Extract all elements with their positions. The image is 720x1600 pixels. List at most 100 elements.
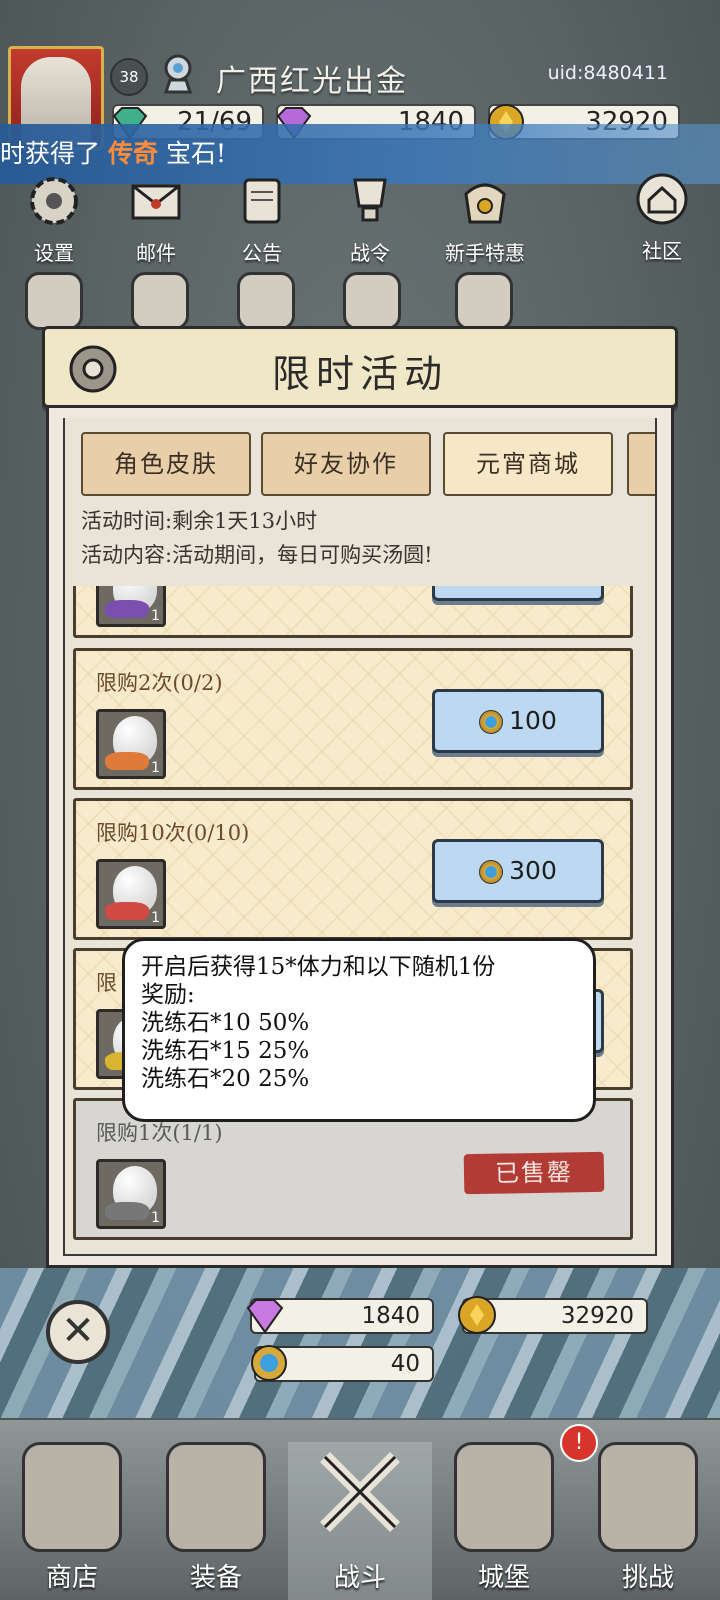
shop-item: 限购2次(0/2) 1 100 bbox=[73, 648, 633, 790]
settings-button[interactable]: 设置 bbox=[14, 172, 94, 266]
battle-pass-button[interactable]: 战令 bbox=[330, 172, 410, 266]
book-icon bbox=[343, 272, 401, 330]
shop-icon bbox=[22, 1442, 122, 1552]
bag-icon bbox=[464, 183, 506, 224]
chest-icon bbox=[237, 272, 295, 330]
close-button[interactable]: ✕ bbox=[46, 1300, 110, 1364]
gold-coin-icon bbox=[458, 1296, 496, 1334]
crossed-swords-icon bbox=[320, 1452, 400, 1532]
trophy-icon bbox=[353, 178, 387, 222]
shop-item: 1 bbox=[73, 586, 633, 638]
wallet-purple-gem-value: 1840 bbox=[361, 1303, 420, 1329]
backpack-icon bbox=[166, 1442, 266, 1552]
battle-pass-label: 战令 bbox=[350, 241, 390, 265]
menu-chest-button[interactable] bbox=[226, 272, 306, 332]
item-slot[interactable]: 1 bbox=[96, 859, 166, 929]
item-limit-label: 限购2次(0/2) bbox=[96, 671, 223, 695]
wallet-purple-gem: 1840 bbox=[246, 1298, 434, 1334]
tooltip-line-4: 洗练石*15 25% bbox=[141, 1038, 310, 1064]
item-count: 1 bbox=[151, 760, 160, 776]
wallet-gold: 32920 bbox=[458, 1296, 648, 1334]
menu-book-button[interactable] bbox=[332, 272, 412, 332]
popup-inner-panel: 角色皮肤 好友协作 元宵商城 活动时间:剩余1天13小时 活动内容:活动期间，每… bbox=[63, 418, 657, 1256]
limited-event-popup: 限时活动 角色皮肤 好友协作 元宵商城 活动时间:剩余1天13小时 活动内容:活… bbox=[42, 326, 678, 1268]
blue-coin-icon bbox=[479, 710, 504, 734]
buy-button[interactable]: 100 bbox=[432, 689, 604, 753]
sold-out-stamp: 已售罄 bbox=[463, 1151, 605, 1195]
rank-trophy-icon[interactable] bbox=[156, 52, 200, 96]
buy-button[interactable] bbox=[432, 586, 604, 601]
menu-laurel-button[interactable] bbox=[14, 272, 94, 332]
shop-item: 限购10次(0/10) 1 300 bbox=[73, 798, 633, 940]
notice-label: 公告 bbox=[242, 241, 282, 265]
nav-shop-label: 商店 bbox=[45, 1563, 98, 1593]
item-drip bbox=[105, 902, 149, 920]
shop-item-list[interactable]: 1 限购2次(0/2) 1 100 限购10次(0/10) 1 300 限 限购… bbox=[73, 586, 643, 1254]
shield-icon bbox=[598, 1442, 698, 1552]
item-count: 1 bbox=[151, 608, 160, 624]
banner-suffix: 宝石! bbox=[165, 139, 226, 168]
notification-badge: ! bbox=[560, 1424, 598, 1462]
home-icon bbox=[636, 173, 688, 225]
nav-equipment[interactable]: 装备 bbox=[144, 1442, 288, 1600]
menu-ranking-button[interactable] bbox=[444, 272, 524, 332]
player-uid: uid:8480411 bbox=[547, 62, 668, 84]
tooltip-line-2: 奖励: bbox=[141, 982, 195, 1008]
mail-button[interactable]: 邮件 bbox=[116, 172, 196, 266]
community-button[interactable]: 社区 bbox=[622, 170, 702, 264]
mail-icon bbox=[131, 184, 181, 220]
item-drip bbox=[105, 1202, 149, 1220]
nav-challenge[interactable]: 挑战 bbox=[576, 1442, 720, 1600]
player-level-badge: 38 bbox=[110, 58, 148, 96]
newbie-deal-label: 新手特惠 bbox=[445, 241, 525, 265]
banner-highlight: 传奇 bbox=[107, 139, 158, 168]
settings-label: 设置 bbox=[34, 241, 74, 265]
buy-button[interactable]: 300 bbox=[432, 839, 604, 903]
menu-hourglass-button[interactable] bbox=[120, 272, 200, 332]
nav-equipment-label: 装备 bbox=[189, 1563, 242, 1593]
popup-title: 限时活动 bbox=[271, 352, 448, 396]
event-tabs: 角色皮肤 好友协作 元宵商城 bbox=[81, 432, 655, 498]
item-slot[interactable]: 1 bbox=[96, 586, 166, 627]
newbie-deal-button[interactable]: 新手特惠 bbox=[430, 172, 540, 266]
ranking-icon bbox=[455, 272, 513, 330]
wallet-blue-coin: 40 bbox=[251, 1345, 434, 1382]
buy-price: 300 bbox=[509, 856, 557, 885]
mail-label: 邮件 bbox=[136, 241, 176, 265]
blue-coin-icon bbox=[251, 1345, 287, 1381]
event-info: 活动时间:剩余1天13小时 活动内容:活动期间，每日可购买汤圆! bbox=[81, 504, 433, 572]
popup-body: 角色皮肤 好友协作 元宵商城 活动时间:剩余1天13小时 活动内容:活动期间，每… bbox=[46, 408, 674, 1268]
castle-icon bbox=[454, 1442, 554, 1552]
nav-battle[interactable]: 战斗 bbox=[288, 1442, 432, 1600]
item-limit-label: 限 bbox=[96, 971, 117, 995]
item-limit-label: 限购10次(0/10) bbox=[96, 821, 250, 845]
item-drip bbox=[105, 752, 149, 770]
nav-shop[interactable]: 商店 bbox=[0, 1442, 144, 1600]
tab-character-skin[interactable]: 角色皮肤 bbox=[81, 432, 251, 496]
item-reward-tooltip: 开启后获得15*体力和以下随机1份 奖励: 洗练石*10 50% 洗练石*15 … bbox=[122, 938, 596, 1122]
event-content: 活动内容:活动期间，每日可购买汤圆! bbox=[81, 543, 433, 567]
wallet-blue-coin-value: 40 bbox=[390, 1351, 420, 1377]
bottom-nav: 商店 装备 战斗 城堡 挑战 bbox=[0, 1420, 720, 1600]
player-name: 广西红光出金 bbox=[216, 64, 408, 99]
item-count: 1 bbox=[151, 1210, 160, 1226]
item-slot[interactable]: 1 bbox=[96, 709, 166, 779]
hourglass-icon bbox=[131, 272, 189, 330]
gear-icon bbox=[30, 177, 78, 225]
tab-friend-coop[interactable]: 好友协作 bbox=[261, 432, 431, 496]
tab-lantern-shop[interactable]: 元宵商城 bbox=[443, 432, 613, 496]
buy-price: 100 bbox=[509, 706, 557, 735]
wallet-gold-value: 32920 bbox=[560, 1303, 634, 1329]
scroll-icon bbox=[243, 178, 281, 224]
community-label: 社区 bbox=[642, 239, 682, 263]
banner-prefix: 时获得了 bbox=[0, 139, 101, 168]
tab-more[interactable] bbox=[627, 432, 655, 496]
nav-challenge-label: 挑战 bbox=[621, 1563, 674, 1593]
notice-button[interactable]: 公告 bbox=[222, 172, 302, 266]
tooltip-line-5: 洗练石*20 25% bbox=[141, 1066, 310, 1092]
item-count: 1 bbox=[151, 910, 160, 926]
item-slot[interactable]: 1 bbox=[96, 1159, 166, 1229]
popup-title-bar: 限时活动 bbox=[42, 326, 678, 408]
nav-castle[interactable]: 城堡 bbox=[432, 1442, 576, 1600]
event-time: 活动时间:剩余1天13小时 bbox=[81, 509, 318, 533]
